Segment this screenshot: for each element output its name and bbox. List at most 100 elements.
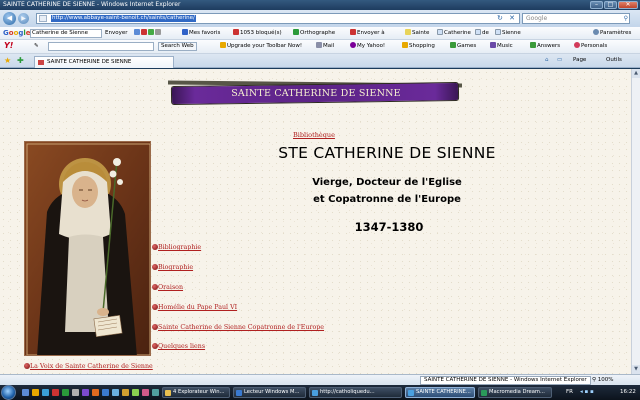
portrait-painting bbox=[25, 142, 150, 355]
quicklaunch-icon[interactable] bbox=[32, 389, 39, 396]
google-search-input[interactable]: Catherine de Sienne bbox=[30, 29, 102, 38]
bibliotheque-link[interactable]: Bibliothèque bbox=[293, 131, 335, 139]
menu-link[interactable]: Biographie bbox=[158, 264, 193, 271]
favorites-star-icon[interactable]: ★ bbox=[4, 56, 11, 65]
quicklaunch-icon[interactable] bbox=[92, 389, 99, 396]
send-to-label: Envoyer à bbox=[357, 30, 385, 36]
menu-item-liens[interactable]: Quelques liens bbox=[152, 343, 205, 351]
highlight-term-de[interactable]: de bbox=[475, 29, 489, 38]
quicklaunch-icon[interactable] bbox=[72, 389, 79, 396]
taskbar-item-dreamweaver[interactable]: Macromedia Dream... bbox=[478, 387, 552, 398]
taskbar-item-media-player[interactable]: Lecteur Windows M... bbox=[233, 387, 306, 398]
quicklaunch-icon[interactable] bbox=[142, 389, 149, 396]
url-field[interactable]: http://www.abbaye-saint-benoit.ch/saints… bbox=[36, 13, 520, 24]
forward-button[interactable]: ▶ bbox=[18, 13, 29, 24]
my-yahoo-button[interactable]: My Yahoo! bbox=[350, 42, 385, 51]
clock[interactable]: 16:22 bbox=[620, 385, 636, 400]
send-to-button[interactable]: Envoyer à bbox=[350, 29, 385, 38]
toolbar-icon[interactable] bbox=[141, 29, 147, 35]
tab-bar: ★ ✚ SAINTE CATHERINE DE SIENNE ⌂ ▭ Page … bbox=[0, 54, 640, 68]
task-label: Macromedia Dream... bbox=[489, 389, 545, 395]
menu-item-homelie[interactable]: Homélie du Pape Paul VI bbox=[152, 304, 237, 312]
pencil-icon[interactable]: ✎ bbox=[34, 42, 39, 51]
quicklaunch-icon[interactable] bbox=[22, 389, 29, 396]
mail-button[interactable]: Mail bbox=[316, 42, 334, 51]
shopping-button[interactable]: Shopping bbox=[402, 42, 435, 51]
search-input[interactable]: Google ⚲ bbox=[522, 13, 630, 24]
term-label: Catherine bbox=[444, 30, 471, 36]
settings-button[interactable]: Paramètres bbox=[593, 29, 631, 38]
tools-menu[interactable]: Outils bbox=[606, 56, 622, 65]
voix-link[interactable]: La Voix de Sainte Catherine de Sienne bbox=[30, 363, 153, 370]
quicklaunch-icon[interactable] bbox=[82, 389, 89, 396]
menu-link[interactable]: Sainte Catherine de Sienne Copatronne de… bbox=[158, 324, 324, 331]
menu-item-oraison[interactable]: Oraison bbox=[152, 284, 183, 292]
menu-link[interactable]: Oraison bbox=[158, 284, 183, 291]
taskbar-item-ie-other[interactable]: http://catholiquedu... bbox=[309, 387, 402, 398]
toolbar-icon[interactable] bbox=[148, 29, 154, 35]
highlight-term-catherine[interactable]: Catherine bbox=[437, 29, 471, 38]
highlight-term-sienne[interactable]: Sienne bbox=[495, 29, 521, 38]
bookmarks-button[interactable]: Mes favoris bbox=[182, 29, 220, 38]
print-icon[interactable]: ▭ bbox=[557, 56, 562, 65]
zoom-level[interactable]: ⚲ 100% bbox=[592, 376, 614, 385]
yahoo-toolbar: Y! ✎ Search Web Upgrade your Toolbar Now… bbox=[0, 40, 640, 54]
quicklaunch-icon[interactable] bbox=[132, 389, 139, 396]
taskbar-item-ie-active[interactable]: SAINTE CATHERINE... bbox=[405, 387, 475, 398]
maximize-button[interactable]: □ bbox=[604, 1, 617, 9]
search-web-button[interactable]: Search Web bbox=[158, 42, 197, 51]
yahoo-search-input[interactable] bbox=[48, 42, 154, 51]
menu-item-copatronne[interactable]: Sainte Catherine de Sienne Copatronne de… bbox=[152, 324, 324, 332]
tab-sainte-catherine[interactable]: SAINTE CATHERINE DE SIENNE bbox=[34, 56, 174, 68]
quicklaunch-icon[interactable] bbox=[152, 389, 159, 396]
menu-link[interactable]: Quelques liens bbox=[158, 343, 205, 350]
back-button[interactable]: ◀ bbox=[3, 12, 16, 25]
google-send-button[interactable]: Envoyer bbox=[105, 29, 127, 38]
menu-link[interactable]: Bibliographie bbox=[158, 244, 201, 251]
search-icon[interactable]: ⚲ bbox=[624, 14, 628, 23]
quicklaunch-icon[interactable] bbox=[122, 389, 129, 396]
quicklaunch-icon[interactable] bbox=[112, 389, 119, 396]
scroll-down-arrow-icon[interactable]: ▼ bbox=[632, 365, 640, 374]
answers-button[interactable]: Answers bbox=[530, 42, 560, 51]
voix-link-item[interactable]: La Voix de Sainte Catherine de Sienne bbox=[24, 363, 153, 371]
vertical-scrollbar[interactable]: ▲ ▼ bbox=[631, 69, 640, 374]
games-button[interactable]: Games bbox=[450, 42, 476, 51]
quicklaunch-icon[interactable] bbox=[52, 389, 59, 396]
menu-item-bibliographie[interactable]: Bibliographie bbox=[152, 244, 201, 252]
wrench-icon bbox=[593, 29, 599, 35]
toolbar-icon[interactable] bbox=[134, 29, 140, 35]
search-placeholder: Google bbox=[526, 15, 548, 22]
quicklaunch-icon[interactable] bbox=[102, 389, 109, 396]
personals-button[interactable]: Personals bbox=[574, 42, 607, 51]
start-button[interactable] bbox=[1, 385, 16, 400]
subtitle-line-2: et Copatronne de l'Europe bbox=[313, 194, 461, 205]
close-button[interactable]: ✕ bbox=[618, 1, 638, 9]
highlight-term-sainte[interactable]: Sainte bbox=[405, 29, 429, 38]
language-indicator[interactable]: FR bbox=[566, 385, 573, 400]
minimize-button[interactable]: – bbox=[590, 1, 603, 9]
taskbar: 4 Explorateur Win... Lecteur Windows M..… bbox=[0, 385, 640, 400]
music-button[interactable]: Music bbox=[490, 42, 513, 51]
media-player-icon bbox=[236, 390, 242, 396]
taskbar-item-explorer[interactable]: 4 Explorateur Win... bbox=[162, 387, 230, 398]
toolbar-icon[interactable] bbox=[155, 29, 161, 35]
google-logo[interactable]: Google bbox=[3, 29, 31, 38]
quicklaunch-icon[interactable] bbox=[62, 389, 69, 396]
spellcheck-button[interactable]: Orthographe bbox=[293, 29, 335, 38]
menu-link[interactable]: Homélie du Pape Paul VI bbox=[158, 304, 237, 311]
yahoo-logo[interactable]: Y! bbox=[4, 41, 13, 50]
shopping-label: Shopping bbox=[409, 43, 435, 49]
quicklaunch-icon[interactable] bbox=[42, 389, 49, 396]
tray-icons[interactable]: ◂ ▪ ▪ bbox=[580, 385, 594, 400]
upgrade-toolbar-button[interactable]: Upgrade your Toolbar Now! bbox=[220, 42, 302, 51]
refresh-stop-icons[interactable]: ↻ ✕ bbox=[497, 14, 517, 23]
life-dates: 1347-1380 bbox=[354, 220, 424, 234]
menu-item-biographie[interactable]: Biographie bbox=[152, 264, 193, 272]
add-favorite-icon[interactable]: ✚ bbox=[17, 56, 24, 65]
scroll-up-arrow-icon[interactable]: ▲ bbox=[632, 69, 640, 78]
page-menu[interactable]: Page bbox=[573, 56, 586, 65]
popup-blocked-button[interactable]: 1053 bloqué(s) bbox=[233, 29, 282, 38]
home-icon[interactable]: ⌂ bbox=[545, 56, 549, 65]
window-title-bar: SAINTE CATHERINE DE SIENNE - Windows Int… bbox=[0, 0, 640, 10]
